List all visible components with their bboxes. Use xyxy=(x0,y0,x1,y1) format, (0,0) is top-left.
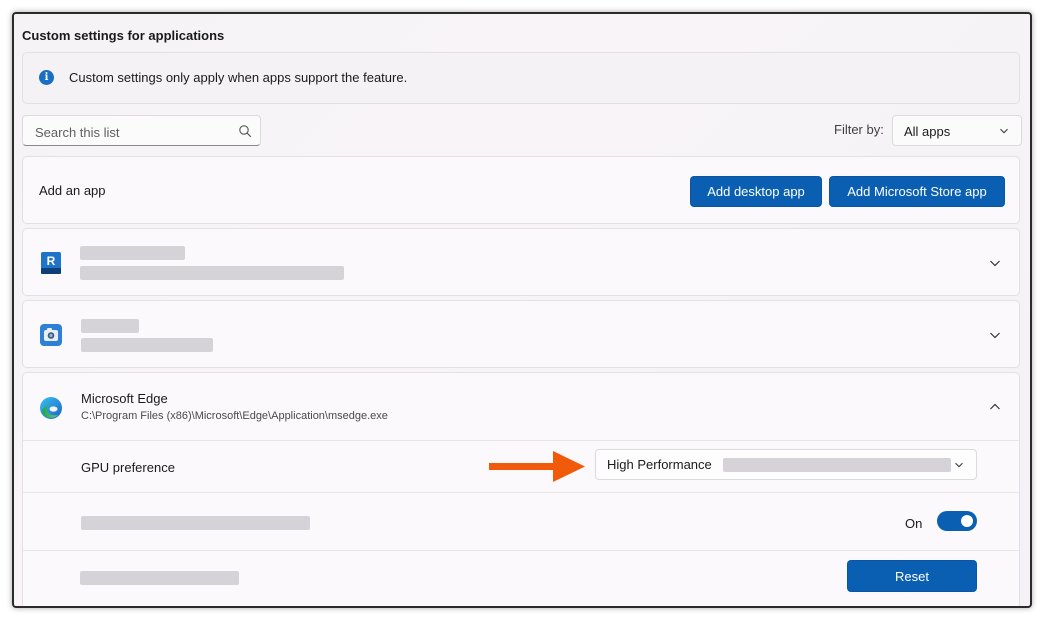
gpu-preference-label: GPU preference xyxy=(81,460,175,475)
chevron-down-icon[interactable] xyxy=(989,329,1001,341)
chevron-down-icon xyxy=(1000,128,1008,134)
info-banner: i Custom settings only apply when apps s… xyxy=(22,52,1020,104)
camera-app-icon xyxy=(40,324,62,346)
chevron-down-icon[interactable] xyxy=(989,257,1001,269)
filter-label: Filter by: xyxy=(834,122,884,137)
divider xyxy=(23,550,1019,551)
toggle-state-label: On xyxy=(905,516,923,531)
chevron-down-icon xyxy=(955,462,963,468)
chevron-up-icon[interactable] xyxy=(989,401,1001,413)
redacted-reset-label xyxy=(80,571,239,585)
annotation-arrow-icon xyxy=(489,451,585,482)
app-name: Microsoft Edge xyxy=(81,391,168,406)
redacted-app-path xyxy=(81,338,213,352)
search-icon[interactable] xyxy=(238,124,252,138)
revit-app-icon: R xyxy=(41,252,61,274)
info-icon: i xyxy=(39,70,54,85)
redacted-setting-label xyxy=(81,516,310,530)
add-app-label: Add an app xyxy=(39,183,106,198)
setting-toggle[interactable] xyxy=(937,511,977,531)
filter-dropdown[interactable]: All apps xyxy=(892,115,1022,146)
gpu-preference-value: High Performance xyxy=(607,457,712,472)
redacted-app-name xyxy=(81,319,139,333)
redacted-app-path xyxy=(80,266,344,280)
redacted-gpu-name xyxy=(723,458,951,472)
edge-icon xyxy=(40,397,62,419)
info-text: Custom settings only apply when apps sup… xyxy=(69,70,408,85)
app-entry-edge: Microsoft Edge C:\Program Files (x86)\Mi… xyxy=(22,372,1020,606)
app-path: C:\Program Files (x86)\Microsoft\Edge\Ap… xyxy=(81,410,388,422)
divider xyxy=(23,492,1019,493)
app-entry-1[interactable]: R xyxy=(22,228,1020,296)
toggle-knob xyxy=(961,515,973,527)
app-entry-2[interactable] xyxy=(22,300,1020,368)
reset-button[interactable]: Reset xyxy=(847,560,977,592)
add-store-app-button[interactable]: Add Microsoft Store app xyxy=(829,176,1005,207)
svg-text:R: R xyxy=(47,254,56,268)
search-box[interactable] xyxy=(22,115,261,146)
add-desktop-app-button[interactable]: Add desktop app xyxy=(690,176,822,207)
gpu-preference-dropdown[interactable]: High Performance xyxy=(595,449,977,480)
filter-value: All apps xyxy=(904,124,951,139)
settings-window: Custom settings for applications i Custo… xyxy=(12,12,1032,608)
redacted-app-name xyxy=(80,246,185,260)
search-input[interactable] xyxy=(33,122,227,142)
add-app-card: Add an app Add desktop app Add Microsoft… xyxy=(22,156,1020,224)
divider xyxy=(23,440,1019,441)
page-title: Custom settings for applications xyxy=(22,28,225,43)
